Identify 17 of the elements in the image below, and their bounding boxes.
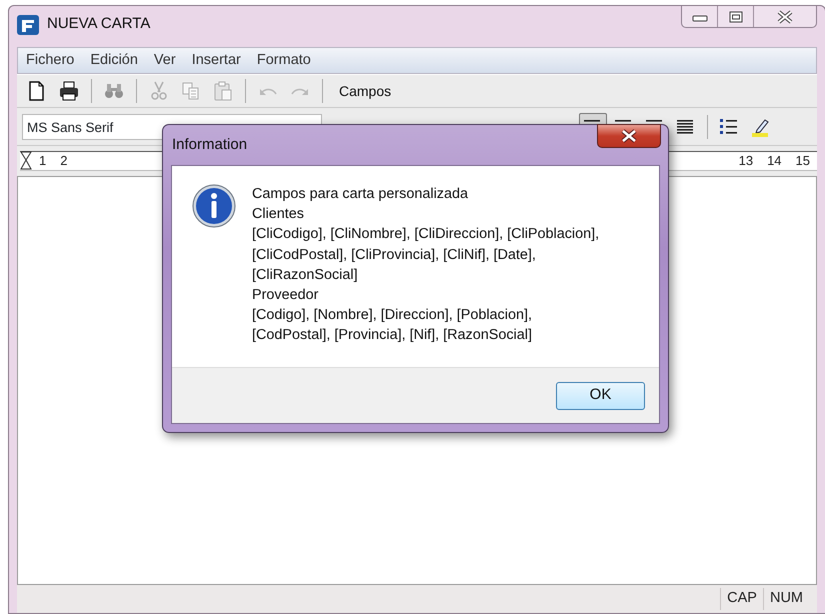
message-line: Clientes (252, 205, 305, 224)
status-indicator: CAP (720, 588, 763, 610)
message-line: Proveedor (252, 286, 320, 306)
message-line: [Codigo], [Nombre], [Direccion], [Poblacion], (252, 306, 533, 326)
ruler-number: 2 (59, 152, 68, 170)
message-line: [CodPostal], [Provincia], [Nif], [RazonSocial] (252, 326, 533, 346)
dialog-title: Information (172, 134, 248, 155)
message-line: Campos para carta personalizada (252, 185, 469, 204)
ruler-number: 15 (794, 152, 811, 170)
message-line: [CliCodPostal], [CliProvincia], [CliNif], [Date], (252, 246, 537, 265)
message-line: [CliRazonSocial] (252, 266, 359, 285)
ruler-number: 1 (38, 152, 48, 170)
message-line: [CliCodigo], [CliNombre], [CliDireccion], [CliPoblacion], (252, 225, 600, 244)
ruler-number: 13 (738, 152, 754, 170)
window-title: NUEVA CARTA (47, 14, 150, 34)
status-indicator: NUM (762, 588, 809, 610)
ruler-number: 14 (766, 152, 783, 170)
